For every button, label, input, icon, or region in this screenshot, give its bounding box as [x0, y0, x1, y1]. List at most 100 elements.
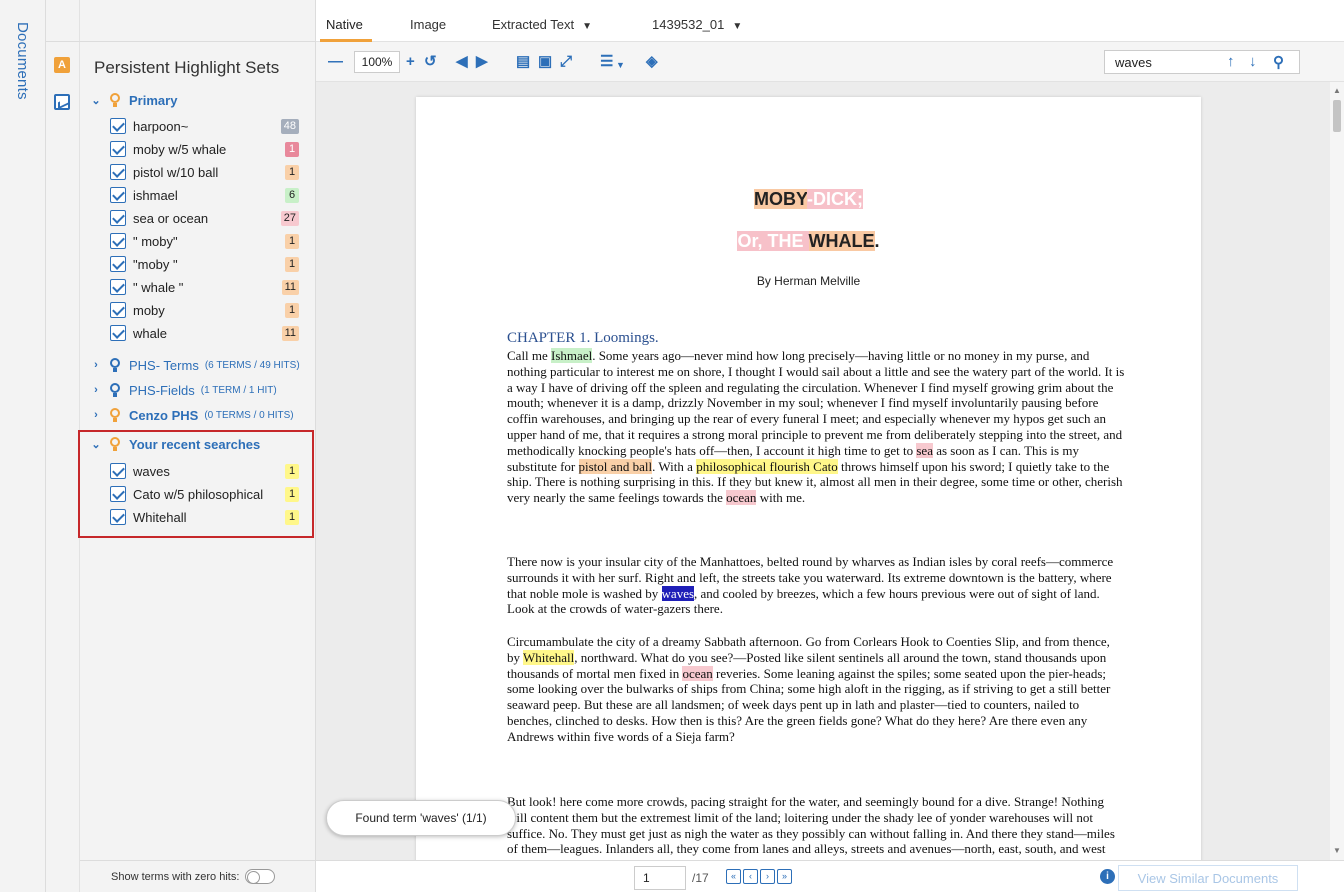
document-viewer: MOBY-DICK; Or, THE WHALE. By Herman Melv…: [316, 82, 1344, 860]
rotate-icon[interactable]: ↺: [424, 53, 437, 71]
zoom-in-icon[interactable]: +: [406, 53, 415, 71]
scroll-thumb[interactable]: [1333, 100, 1341, 132]
text-run: . Some years ago—never mind how long pre…: [507, 348, 1125, 458]
term-row[interactable]: " moby" 1: [110, 231, 310, 251]
chevron-down-icon[interactable]: ⌄: [90, 94, 102, 107]
term-row[interactable]: whale 11: [110, 323, 310, 343]
last-page-icon[interactable]: »: [777, 869, 792, 884]
term-label: "moby ": [133, 256, 178, 272]
documents-tab[interactable]: Documents: [14, 22, 31, 100]
view-similar-documents-button[interactable]: View Similar Documents: [1118, 865, 1298, 891]
page-layout-icon[interactable]: ☰: [600, 53, 613, 71]
term-label: " moby": [133, 233, 178, 249]
hit-ocean[interactable]: ocean: [682, 665, 713, 681]
next-page-icon[interactable]: ›: [760, 869, 775, 884]
term-row[interactable]: sea or ocean 27: [110, 208, 310, 228]
set-phs-fields[interactable]: › PHS-Fields (1 TERM / 1 HIT): [90, 380, 277, 400]
lightbulb-icon: [107, 407, 123, 423]
fit-width-icon[interactable]: ▤: [516, 53, 530, 71]
term-checkbox[interactable]: [110, 325, 126, 341]
term-row[interactable]: ishmael 6: [110, 185, 310, 205]
term-checkbox[interactable]: [110, 256, 126, 272]
hit-pistol-ball[interactable]: pistol and ball: [578, 458, 653, 474]
text-run: . With a: [652, 458, 697, 474]
term-checkbox[interactable]: [110, 118, 126, 134]
search-icon[interactable]: ⚲: [1273, 53, 1284, 71]
set-primary[interactable]: ⌄ Primary: [90, 90, 177, 110]
fullscreen-icon[interactable]: ⤢: [560, 53, 572, 71]
term-label: " whale ": [133, 279, 184, 295]
prev-highlight-icon[interactable]: ◀: [456, 53, 468, 71]
zero-hits-toggle[interactable]: [245, 869, 276, 884]
hit-count-badge: 11: [281, 325, 299, 341]
lightbulb-icon: [107, 92, 123, 108]
byline: By Herman Melville: [756, 274, 861, 288]
pagination-bar: /17 « ‹ › » i View Similar Documents: [316, 860, 1344, 892]
term-checkbox[interactable]: [110, 302, 126, 318]
tab-native[interactable]: Native: [326, 17, 363, 32]
layers-icon[interactable]: ◈: [646, 53, 658, 71]
tab-image[interactable]: Image: [410, 17, 446, 32]
zero-hits-toggle-row: Show terms with zero hits:: [80, 860, 316, 892]
found-term-toast: Found term 'waves' (1/1): [326, 800, 516, 836]
term-row[interactable]: moby 1: [110, 300, 310, 320]
term-label: harpoon~: [133, 118, 189, 134]
term-label: moby: [133, 302, 165, 318]
chevron-right-icon[interactable]: ›: [90, 409, 102, 421]
set-name: PHS-Fields: [129, 382, 195, 398]
paragraph: Call me Ishmael. Some years ago—never mi…: [507, 348, 1125, 506]
chevron-right-icon[interactable]: ›: [90, 359, 102, 371]
term-row[interactable]: harpoon~ 48: [110, 116, 310, 136]
hit-count-badge: 48: [280, 118, 299, 134]
term-checkbox[interactable]: [110, 233, 126, 249]
scroll-up-icon[interactable]: ▲: [1333, 86, 1341, 95]
text-run: Call me: [507, 348, 552, 363]
hit-count-badge: 1: [285, 233, 299, 249]
tab-extracted-text[interactable]: Extracted Text ▼: [492, 17, 592, 32]
chapter-heading: CHAPTER 1. Loomings.: [507, 330, 659, 346]
set-cenzo-phs[interactable]: › Cenzo PHS (0 TERMS / 0 HITS): [90, 405, 294, 425]
chevron-down-icon: ▼: [582, 21, 593, 32]
text-run: with me.: [756, 490, 806, 506]
term-checkbox[interactable]: [110, 187, 126, 203]
info-icon[interactable]: i: [1100, 869, 1115, 884]
set-meta: (6 TERMS / 49 HITS): [204, 359, 300, 371]
viewer-toolbar: — 100% + ↺ ◀ ▶ ▤ ▣ ⤢ ☰ ▼ ◈ ↑ ↓ ⚲: [316, 42, 1344, 82]
hit-philosophical-cato[interactable]: philosophical flourish Cato: [696, 458, 838, 474]
paragraph: Circumambulate the city of a dreamy Sabb…: [507, 634, 1125, 745]
hit-ishmael[interactable]: Ishmael: [551, 348, 593, 363]
next-highlight-icon[interactable]: ▶: [476, 53, 488, 71]
search-input[interactable]: [1105, 51, 1205, 73]
set-meta: (0 TERMS / 0 HITS): [204, 409, 294, 421]
search-box: ↑ ↓ ⚲: [1104, 50, 1300, 74]
hit-waves-selected[interactable]: waves: [661, 585, 695, 601]
prev-page-icon[interactable]: ‹: [743, 869, 758, 884]
chevron-down-icon[interactable]: ▼: [616, 56, 625, 74]
document-id-dropdown[interactable]: 1439532_01 ▼: [652, 17, 742, 32]
term-row[interactable]: pistol w/10 ball 1: [110, 162, 310, 182]
hit-sea[interactable]: sea: [916, 442, 933, 458]
term-row[interactable]: "moby " 1: [110, 254, 310, 274]
page-number-input[interactable]: [634, 866, 686, 890]
term-row[interactable]: " whale " 11: [110, 277, 310, 297]
hit-whitehall[interactable]: Whitehall: [523, 649, 575, 665]
vertical-scrollbar[interactable]: ▲ ▼: [1330, 82, 1344, 860]
term-checkbox[interactable]: [110, 141, 126, 157]
term-checkbox[interactable]: [110, 210, 126, 226]
term-row[interactable]: moby w/5 whale 1: [110, 139, 310, 159]
arrow-down-icon[interactable]: ↓: [1249, 53, 1257, 70]
highlight-icon[interactable]: A: [54, 57, 70, 73]
hit-ocean[interactable]: ocean: [726, 490, 757, 506]
chart-icon[interactable]: [54, 94, 70, 110]
term-label: moby w/5 whale: [133, 141, 227, 157]
term-checkbox[interactable]: [110, 164, 126, 180]
arrow-up-icon[interactable]: ↑: [1227, 53, 1235, 70]
term-checkbox[interactable]: [110, 279, 126, 295]
scroll-down-icon[interactable]: ▼: [1333, 846, 1341, 855]
set-phs-terms[interactable]: › PHS- Terms (6 TERMS / 49 HITS): [90, 355, 300, 375]
fit-page-icon[interactable]: ▣: [538, 53, 552, 71]
chevron-right-icon[interactable]: ›: [90, 384, 102, 396]
zoom-level[interactable]: 100%: [354, 51, 400, 73]
zoom-out-icon[interactable]: —: [328, 53, 343, 71]
first-page-icon[interactable]: «: [726, 869, 741, 884]
